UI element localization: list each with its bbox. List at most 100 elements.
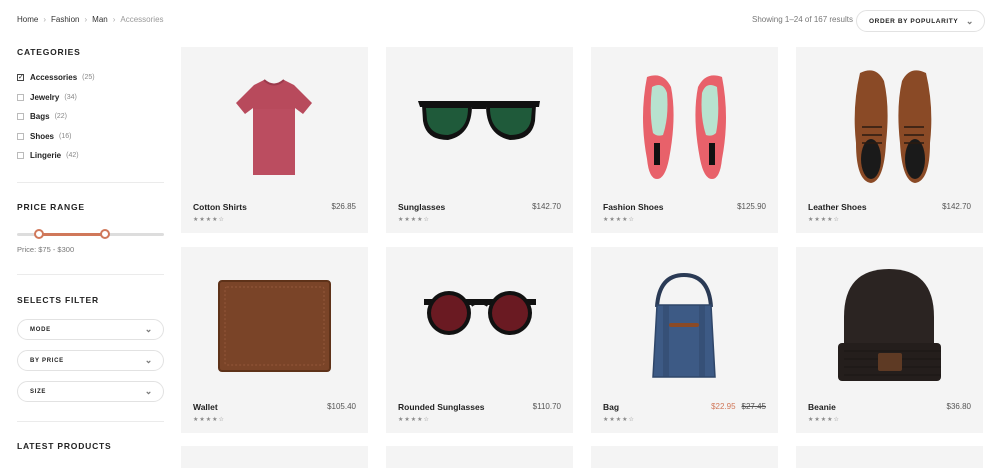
category-label: Lingerie — [30, 151, 62, 161]
product-price: $22.95 $27.45 — [711, 402, 766, 411]
category-item-lingerie[interactable]: Lingerie (42) — [17, 146, 95, 166]
product-card[interactable] — [796, 446, 983, 468]
rating-stars-icon: ★★★★☆ — [398, 417, 430, 423]
product-name[interactable]: Fashion Shoes — [603, 202, 663, 212]
rating-stars-icon: ★★★★☆ — [808, 217, 840, 223]
latest-products-title: LATEST PRODUCTS — [17, 441, 112, 451]
checkbox-icon[interactable] — [17, 152, 24, 160]
category-label: Shoes — [30, 131, 55, 141]
tote-bag-image[interactable] — [591, 247, 778, 397]
product-price: $125.90 — [737, 202, 766, 211]
chevron-down-icon: ⌄ — [144, 386, 153, 396]
category-count: (34) — [64, 93, 77, 101]
category-count: (42) — [66, 152, 79, 160]
product-price: $36.80 — [946, 402, 971, 411]
product-card[interactable]: Bag $22.95 $27.45 ★★★★☆ — [591, 247, 778, 433]
beanie-image[interactable] — [796, 247, 983, 397]
size-select[interactable]: SIZE ⌄ — [17, 381, 164, 402]
chevron-down-icon: ⌄ — [144, 355, 153, 365]
product-price: $105.40 — [327, 402, 356, 411]
category-list: Accessories (25) Jewelry (34) Bags (22) … — [17, 68, 95, 166]
product-name[interactable]: Beanie — [808, 402, 836, 412]
product-card[interactable]: Beanie $36.80 ★★★★☆ — [796, 247, 983, 433]
product-card[interactable]: Fashion Shoes $125.90 ★★★★☆ — [591, 47, 778, 233]
product-card[interactable]: Cotton Shirts $26.85 ★★★★☆ — [181, 47, 368, 233]
price-slider-min-handle[interactable] — [34, 229, 45, 239]
product-card[interactable]: Sunglasses $142.70 ★★★★☆ — [386, 47, 573, 233]
mode-select-label: MODE — [30, 326, 51, 333]
product-card[interactable]: Leather Shoes $142.70 ★★★★☆ — [796, 47, 983, 233]
breadcrumb-separator-icon: › — [43, 15, 47, 24]
oxford-shoes-image[interactable] — [796, 47, 983, 197]
tshirt-image[interactable] — [181, 47, 368, 197]
category-count: (22) — [54, 113, 68, 121]
sunglasses-image[interactable] — [386, 47, 573, 197]
rating-stars-icon: ★★★★☆ — [808, 417, 840, 423]
category-label: Jewelry — [30, 92, 60, 102]
price-slider-max-handle[interactable] — [100, 229, 111, 239]
price-slider[interactable] — [17, 229, 164, 239]
product-name[interactable]: Cotton Shirts — [193, 202, 247, 212]
rating-stars-icon: ★★★★☆ — [603, 417, 635, 423]
price-range-title: PRICE RANGE — [17, 202, 85, 212]
rating-stars-icon: ★★★★☆ — [603, 217, 635, 223]
rating-stars-icon: ★★★★☆ — [398, 217, 430, 223]
category-item-accessories[interactable]: Accessories (25) — [17, 68, 95, 88]
product-card[interactable] — [386, 446, 573, 468]
checkbox-icon[interactable] — [17, 93, 24, 101]
rating-stars-icon: ★★★★☆ — [193, 217, 225, 223]
product-card[interactable]: Wallet $105.40 ★★★★☆ — [181, 247, 368, 433]
round-sunglasses-image[interactable] — [386, 247, 573, 397]
sidebar-divider — [17, 274, 164, 275]
category-item-shoes[interactable]: Shoes (16) — [17, 127, 95, 147]
product-price: $110.70 — [532, 402, 561, 411]
price-slider-fill — [39, 233, 106, 236]
breadcrumb: Home › Fashion › Man › Accessories — [17, 15, 164, 24]
product-name[interactable]: Wallet — [193, 402, 218, 412]
chevron-down-icon: ⌄ — [144, 324, 153, 334]
category-count: (25) — [82, 74, 95, 82]
by-price-select-label: BY PRICE — [30, 357, 64, 364]
breadcrumb-current: Accessories — [120, 15, 164, 24]
category-item-bags[interactable]: Bags (22) — [17, 107, 95, 127]
sort-select[interactable]: ORDER BY POPULARITY ⌄ — [856, 10, 985, 32]
product-card[interactable] — [181, 446, 368, 468]
by-price-select[interactable]: BY PRICE ⌄ — [17, 350, 164, 371]
sidebar-divider — [17, 421, 164, 422]
size-select-label: SIZE — [30, 388, 47, 395]
breadcrumb-man[interactable]: Man — [92, 15, 108, 24]
sidebar-divider — [17, 182, 164, 183]
rating-stars-icon: ★★★★☆ — [193, 417, 225, 423]
price-range-text: Price: $75 - $300 — [17, 245, 75, 254]
breadcrumb-separator-icon: › — [112, 15, 116, 24]
original-price: $27.45 — [741, 402, 766, 411]
checkbox-checked-icon[interactable] — [17, 74, 24, 82]
product-name[interactable]: Leather Shoes — [808, 202, 867, 212]
checkbox-icon[interactable] — [17, 113, 24, 121]
product-name[interactable]: Rounded Sunglasses — [398, 402, 484, 412]
heels-image[interactable] — [591, 47, 778, 197]
chevron-down-icon: ⌄ — [965, 16, 974, 26]
product-card[interactable] — [591, 446, 778, 468]
breadcrumb-fashion[interactable]: Fashion — [51, 15, 79, 24]
category-item-jewelry[interactable]: Jewelry (34) — [17, 88, 95, 108]
category-count: (16) — [59, 132, 72, 140]
breadcrumb-home[interactable]: Home — [17, 15, 38, 24]
category-label: Accessories — [30, 73, 78, 83]
mode-select[interactable]: MODE ⌄ — [17, 319, 164, 340]
results-count: Showing 1–24 of 167 results — [752, 15, 853, 24]
checkbox-icon[interactable] — [17, 132, 24, 140]
sale-price: $22.95 — [711, 402, 736, 411]
sort-select-label: ORDER BY POPULARITY — [869, 17, 959, 25]
product-price: $142.70 — [942, 202, 971, 211]
selects-filter-title: SELECTS FILTER — [17, 295, 99, 305]
product-card[interactable]: Rounded Sunglasses $110.70 ★★★★☆ — [386, 247, 573, 433]
product-price: $142.70 — [532, 202, 561, 211]
wallet-image[interactable] — [181, 247, 368, 397]
product-name[interactable]: Bag — [603, 402, 619, 412]
categories-title: CATEGORIES — [17, 47, 81, 57]
product-price: $26.85 — [331, 202, 356, 211]
product-name[interactable]: Sunglasses — [398, 202, 445, 212]
category-label: Bags — [30, 112, 50, 122]
breadcrumb-separator-icon: › — [84, 15, 88, 24]
